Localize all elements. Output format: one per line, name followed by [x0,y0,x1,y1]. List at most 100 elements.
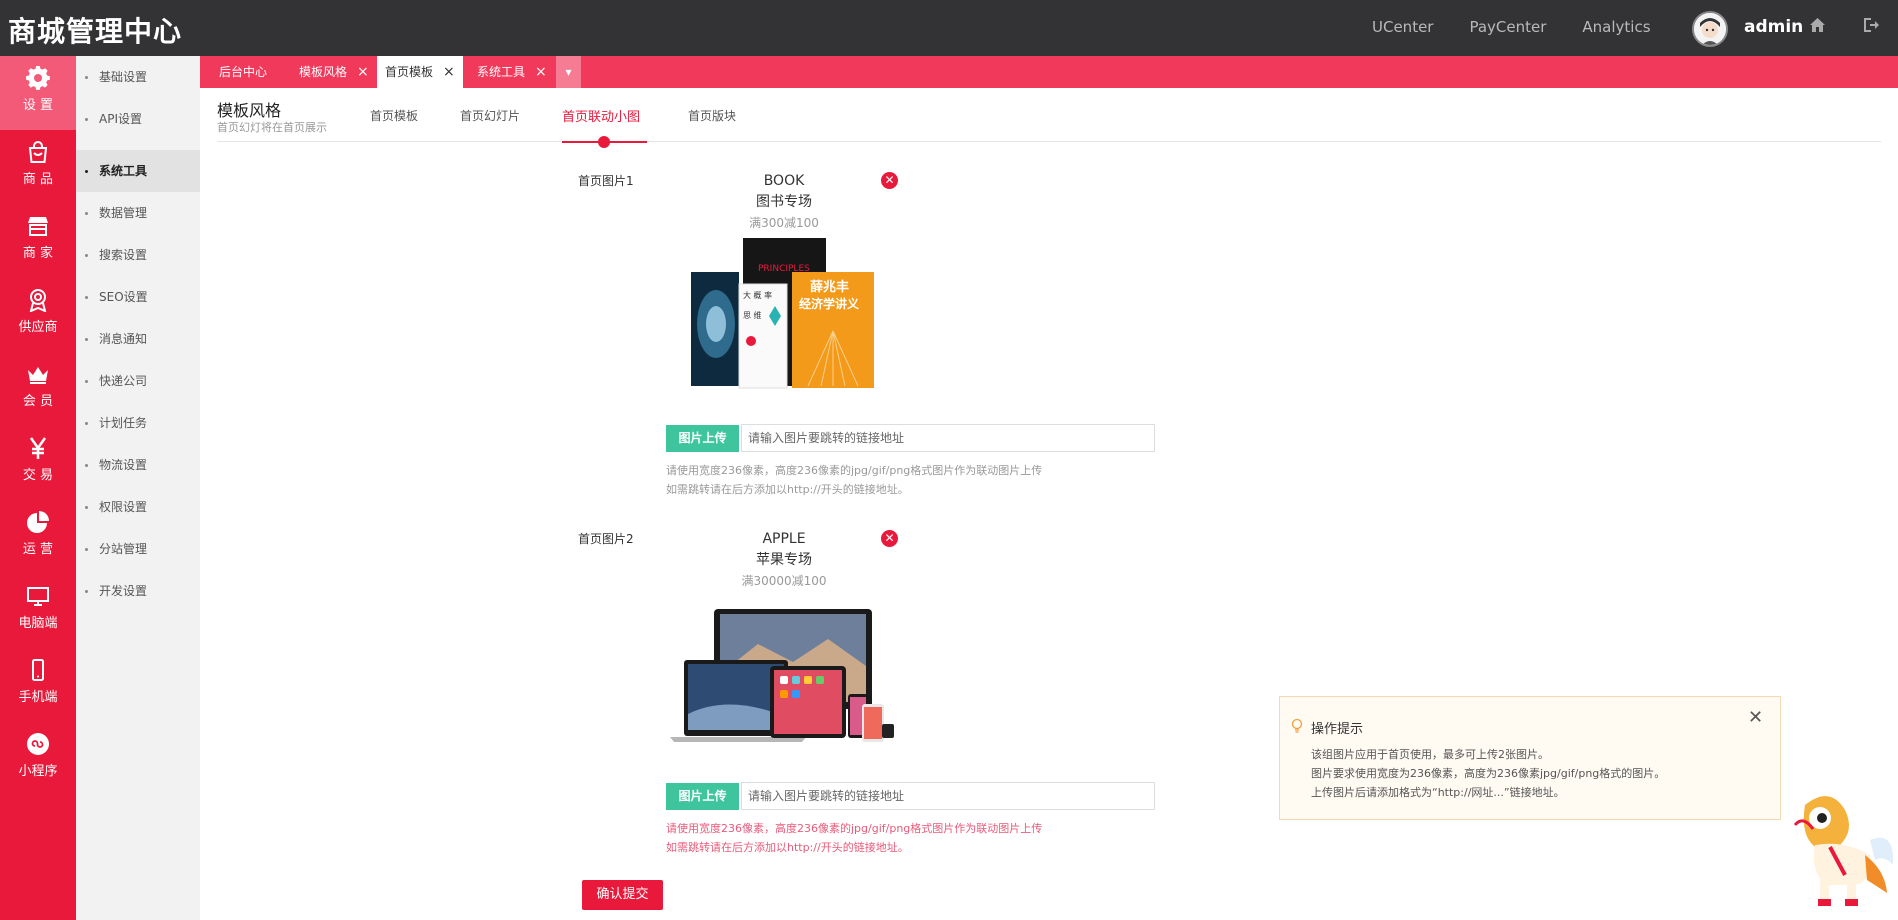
image-1-hint-line-1: 请使用宽度236像素，高度236像素的jpg/gif/png格式图片作为联动图片… [666,464,1043,477]
badge-icon [26,288,50,313]
home-icon[interactable] [1809,17,1826,38]
submenu-item-substation[interactable]: 分站管理 [76,528,200,570]
image-1-link-input[interactable] [741,424,1155,452]
tab-system-tools[interactable]: 系统工具 × [477,56,547,88]
upload-image-2-button[interactable]: 图片上传 [666,783,739,810]
close-icon[interactable]: × [535,64,547,80]
books-image: PRINCIPLES 大 概 率 思 维 薛兆丰 经济学讲义 [691,238,874,389]
gear-icon [26,66,50,90]
subtab-divider [217,141,1881,142]
mobile-icon [26,658,50,682]
submenu-item-notify[interactable]: 消息通知 [76,318,200,360]
rail-item-goods[interactable]: 商 品 [0,130,76,204]
submenu-item-data[interactable]: 数据管理 [76,192,200,234]
submenu-item-dev[interactable]: 开发设置 [76,570,200,612]
rail-label: 手机端 [18,690,58,705]
image-2-label: 首页图片2 [578,532,634,546]
book-author: 薛兆丰 [810,279,849,295]
tab-home-template[interactable]: 首页模板 × [377,56,463,88]
rail-item-member[interactable]: 会 员 [0,352,76,426]
rail-item-trade[interactable]: 交 易 [0,426,76,500]
submenu-item-basic[interactable]: 基础设置 [76,56,200,98]
lightbulb-icon [1290,718,1304,734]
image-1-promo: 满300减100 [749,216,819,230]
image-2-caption: APPLE 苹果专场 满30000减100 [684,531,884,589]
tab-label: 后台中心 [219,65,268,79]
image-1-title: BOOK [763,173,805,189]
submenu-item-search[interactable]: 搜索设置 [76,234,200,276]
settings-submenu: 基础设置 API设置 系统工具 数据管理 搜索设置 SEO设置 消息通知 快递公… [76,56,200,920]
tips-line-3: 上传图片后请添加格式为“http://网址...”链接地址。 [1311,786,1565,799]
rail-label: 小程序 [18,764,58,779]
tips-line-1: 该组图片应用于首页使用，最多可上传2张图片。 [1311,748,1549,761]
avatar[interactable] [1692,11,1728,47]
subtab-home-blocks[interactable]: 首页版块 [688,107,736,124]
tips-body: 该组图片应用于首页使用，最多可上传2张图片。 图片要求使用宽度为236像素，高度… [1311,745,1665,802]
submenu-item-permission[interactable]: 权限设置 [76,486,200,528]
page-tabs: 后台中心 模板风格 × 首页模板 × 系统工具 × ▾ [200,56,1898,88]
tab-label: 模板风格 [299,65,348,79]
image-2-promo: 满30000减100 [741,574,827,588]
rail-item-mobile[interactable]: 手机端 [0,648,76,722]
submenu-item-logistics[interactable]: 物流设置 [76,444,200,486]
subtab-linked-images[interactable]: 首页联动小图 [562,106,640,125]
rail-label: 设 置 [22,98,54,113]
submenu-item-express[interactable]: 快递公司 [76,360,200,402]
tab-template-style[interactable]: 模板风格 × [299,56,369,88]
submit-button[interactable]: 确认提交 [582,880,663,910]
image-1-hint-line-2: 如需跳转请在后方添加以http://开头的链接地址。 [666,483,909,496]
delete-image-2-button[interactable]: ✕ [881,530,898,547]
image-2-hint-line-1: 请使用宽度236像素，高度236像素的jpg/gif/png格式图片作为联动图片… [666,822,1043,835]
image-1-subtitle: 图书专场 [756,194,812,210]
rail-item-miniprogram[interactable]: 小程序 [0,722,76,796]
submenu-item-system-tools[interactable]: 系统工具 [76,150,200,192]
rail-label: 电脑端 [18,616,58,631]
rail-item-pc[interactable]: 电脑端 [0,574,76,648]
nav-analytics[interactable]: Analytics [1582,18,1650,36]
nav-ucenter[interactable]: UCenter [1372,18,1433,36]
rail-item-supplier[interactable]: 供应商 [0,278,76,352]
delete-image-1-button[interactable]: ✕ [881,172,898,189]
horse-mascot-image[interactable] [1775,785,1897,910]
top-nav: UCenter PayCenter Analytics [1372,18,1651,36]
pie-chart-icon [26,510,50,534]
image-2-link-input[interactable] [741,782,1155,810]
rail-label: 运 营 [22,542,54,557]
close-icon[interactable]: ✕ [1748,707,1763,728]
nav-paycenter[interactable]: PayCenter [1469,18,1546,36]
submenu-item-api[interactable]: API设置 [76,98,200,140]
book-title-concept: 大 概 率 [743,290,772,300]
tab-more-dropdown[interactable]: ▾ [556,56,581,88]
close-icon[interactable]: × [443,64,455,80]
username[interactable]: admin [1744,17,1803,37]
rail-label: 供应商 [18,320,58,335]
logout-icon[interactable] [1862,17,1879,38]
rail-label: 商 品 [22,172,54,187]
rail-label: 交 易 [22,468,54,483]
submenu-item-cron[interactable]: 计划任务 [76,402,200,444]
subtab-home-slides[interactable]: 首页幻灯片 [460,107,520,124]
monitor-icon [26,584,50,608]
image-2-hint-line-2: 如需跳转请在后方添加以http://开头的链接地址。 [666,841,909,854]
rail-item-merchant[interactable]: 商 家 [0,204,76,278]
store-icon [26,214,50,238]
shopping-bag-icon [26,140,50,164]
image-1-label: 首页图片1 [578,174,634,188]
tab-dashboard[interactable]: 后台中心 [219,56,267,88]
main-sidebar: 设 置 商 品 商 家 供应商 会 员 交 易 运 营 电脑端 手机端 小程序 [0,56,76,920]
image-1-caption: BOOK 图书专场 满300减100 [684,173,884,231]
rail-item-operation[interactable]: 运 营 [0,500,76,574]
page-subtitle: 首页幻灯将在首页展示 [217,121,327,134]
image-2-title: APPLE [762,531,806,547]
upload-image-1-button[interactable]: 图片上传 [666,425,739,452]
subtab-home-template[interactable]: 首页模板 [370,107,418,124]
rail-item-settings[interactable]: 设 置 [0,56,76,130]
rail-label: 商 家 [22,246,54,261]
submenu-item-seo[interactable]: SEO设置 [76,276,200,318]
close-icon[interactable]: × [357,64,369,80]
mini-program-icon [26,732,50,756]
tips-line-2: 图片要求使用宽度为236像素，高度为236像素jpg/gif/png格式的图片。 [1311,767,1666,780]
tab-label: 首页模板 [385,65,434,79]
book-title-econ: 经济学讲义 [799,296,860,311]
app-logo[interactable]: 商城管理中心 [8,10,182,50]
